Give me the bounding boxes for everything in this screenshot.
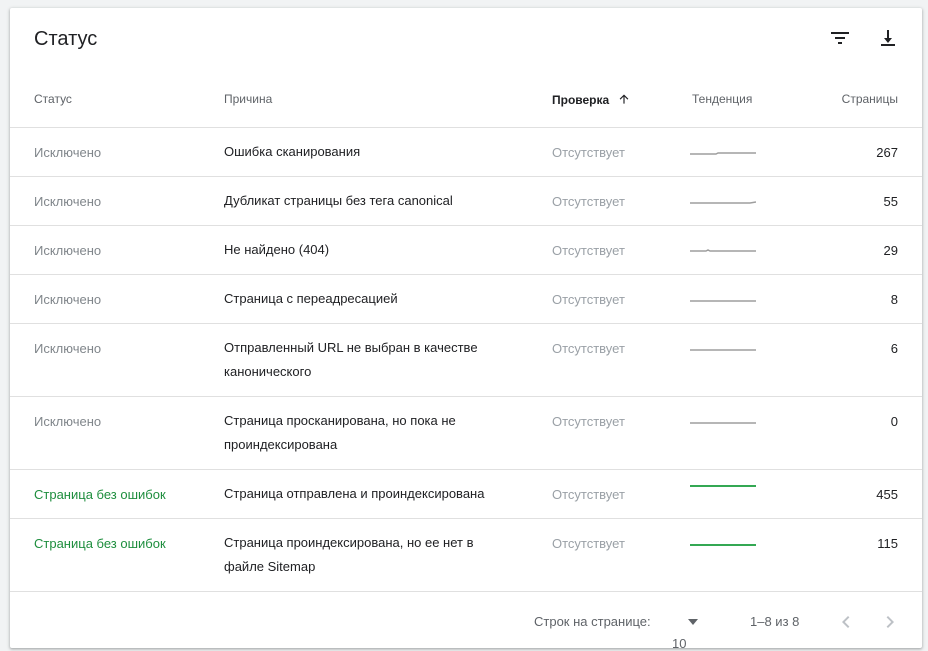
col-reason[interactable]: Причина — [224, 92, 272, 106]
trend-sparkline — [690, 300, 756, 302]
table-row[interactable]: Исключено Страница просканирована, но по… — [10, 396, 922, 470]
row-status: Страница без ошибок — [34, 487, 166, 502]
trend-sparkline — [690, 544, 756, 546]
row-pages: 0 — [890, 414, 898, 429]
card-title: Статус — [34, 28, 98, 50]
table-row[interactable]: Страница без ошибок Страница отправлена … — [10, 469, 922, 519]
table-row[interactable]: Исключено Не найдено (404) Отсутствует 2… — [10, 225, 922, 275]
trend-sparkline — [690, 152, 756, 155]
row-pages: 55 — [883, 194, 898, 209]
dropdown-arrow-icon — [688, 619, 698, 625]
row-status: Исключено — [34, 145, 102, 160]
col-pages[interactable]: Страницы — [798, 92, 898, 106]
trend-sparkline — [690, 485, 756, 487]
rows-per-page-select[interactable]: 10 — [672, 614, 698, 651]
row-pages: 115 — [877, 536, 898, 551]
trend-sparkline — [690, 249, 756, 252]
row-status: Исключено — [34, 341, 102, 356]
row-check: Отсутствует — [552, 487, 625, 502]
row-reason: Не найдено (404) — [224, 242, 330, 257]
trend-sparkline — [690, 201, 756, 204]
filter-list-icon[interactable] — [828, 26, 852, 50]
table-row[interactable]: Страница без ошибок Страница проиндексир… — [10, 518, 922, 592]
row-status: Исключено — [34, 292, 102, 307]
row-check: Отсутствует — [552, 145, 625, 160]
row-pages: 267 — [876, 145, 898, 160]
rows-per-page-value: 10 — [672, 636, 687, 651]
chevron-right-icon — [886, 616, 894, 628]
row-check: Отсутствует — [552, 341, 625, 356]
page-range: 1–8 из 8 — [750, 614, 800, 629]
row-pages: 29 — [883, 243, 898, 258]
trend-sparkline — [690, 422, 756, 424]
row-status: Исключено — [34, 414, 102, 429]
sort-arrow-up-icon — [619, 94, 628, 104]
pagination: Строк на странице: 10 1–8 из 8 — [10, 591, 922, 651]
row-check: Отсутствует — [552, 536, 625, 551]
row-pages: 6 — [890, 341, 898, 356]
status-card: Статус Статус Причина Проверка Тенденция… — [10, 8, 922, 651]
next-page-button[interactable] — [878, 610, 902, 634]
row-check: Отсутствует — [552, 194, 625, 209]
row-status: Исключено — [34, 243, 102, 258]
col-status[interactable]: Статус — [34, 92, 72, 106]
row-check: Отсутствует — [552, 414, 625, 429]
row-check: Отсутствует — [552, 243, 625, 258]
row-reason: Отправленный URL не выбран в качестве ка… — [224, 340, 478, 379]
row-reason: Страница с переадресацией — [224, 291, 398, 306]
row-status: Исключено — [34, 194, 102, 209]
prev-page-button[interactable] — [834, 610, 858, 634]
rows-per-page-label: Строк на странице: — [534, 614, 651, 629]
row-reason: Страница отправлена и проиндексирована — [224, 486, 485, 501]
table-row[interactable]: Исключено Ошибка сканирования Отсутствуе… — [10, 127, 922, 177]
table-row[interactable]: Исключено Страница с переадресацией Отсу… — [10, 274, 922, 324]
table-row[interactable]: Исключено Отправленный URL не выбран в к… — [10, 323, 922, 397]
row-reason: Ошибка сканирования — [224, 144, 361, 159]
chevron-left-icon — [842, 616, 850, 628]
col-check-label: Проверка — [552, 93, 610, 107]
table-row[interactable]: Исключено Дубликат страницы без тега can… — [10, 176, 922, 226]
download-icon[interactable] — [876, 26, 900, 50]
row-reason: Страница проиндексирована, но ее нет в ф… — [224, 535, 474, 574]
row-status: Страница без ошибок — [34, 536, 166, 551]
trend-sparkline — [690, 349, 756, 351]
col-check[interactable]: Проверка — [552, 92, 631, 107]
row-pages: 8 — [890, 292, 898, 307]
row-reason: Страница просканирована, но пока не прои… — [224, 413, 456, 452]
col-trend[interactable]: Тенденция — [692, 92, 752, 106]
row-check: Отсутствует — [552, 292, 625, 307]
row-pages: 455 — [876, 487, 898, 502]
row-reason: Дубликат страницы без тега canonical — [224, 193, 453, 208]
